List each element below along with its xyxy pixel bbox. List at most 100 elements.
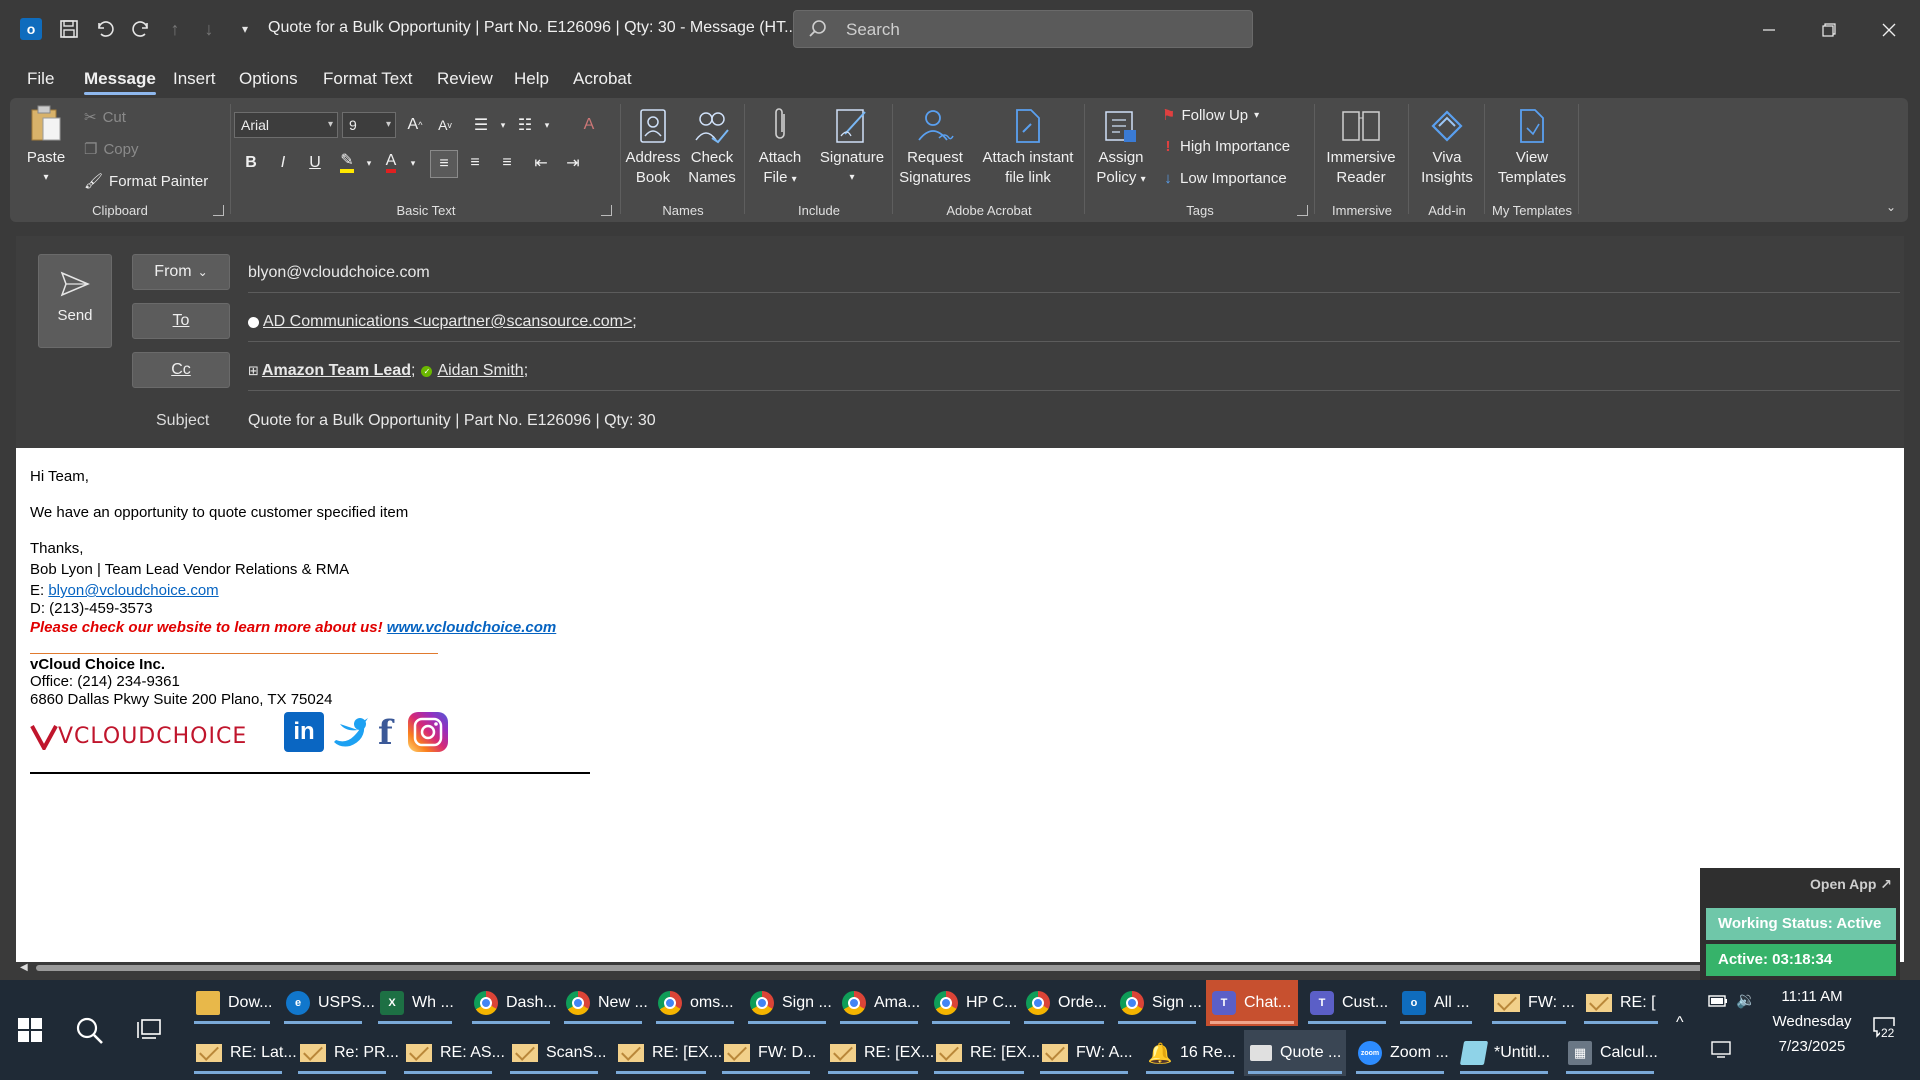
taskbar-item-chrome[interactable]: Ama... [836, 980, 922, 1026]
attach-file-button[interactable]: Attach File ▾ [746, 104, 814, 190]
start-button[interactable] [18, 1018, 42, 1047]
horizontal-scrollbar[interactable]: ◀ [16, 962, 1904, 974]
taskbar-item-excel[interactable]: X Wh ... [374, 980, 456, 1026]
cc-field[interactable]: ⊞ Amazon Team Lead; ✓ Aidan Smith; [248, 352, 1900, 391]
taskbar-item-chrome[interactable]: HP C... [928, 980, 1017, 1026]
taskbar-item-mail[interactable]: FW: D... [718, 1030, 816, 1076]
immersive-reader-button[interactable]: Immersive Reader [1316, 104, 1406, 188]
to-button[interactable]: To [132, 303, 230, 339]
chevron-down-icon[interactable]: ▾ [400, 150, 426, 176]
italic-icon[interactable]: I [270, 150, 296, 176]
paste-dropdown-icon[interactable]: ▾ [24, 168, 68, 188]
tab-review[interactable]: Review [437, 69, 493, 89]
basic-text-launcher-icon[interactable] [601, 205, 612, 216]
redo-icon[interactable] [126, 14, 156, 44]
notifications-button[interactable]: 22 [1864, 1016, 1904, 1046]
signature-email-link[interactable]: blyon@vcloudchoice.com [48, 582, 218, 599]
taskbar-item-teams[interactable]: T Cust... [1304, 980, 1390, 1026]
tab-file[interactable]: File [27, 69, 54, 89]
signature-button[interactable]: Signature ▾ [816, 104, 888, 188]
cut-button[interactable]: ✂ Cut [84, 108, 126, 127]
expand-group-icon[interactable]: ⊞ [248, 363, 259, 379]
linkedin-icon[interactable]: in [284, 712, 324, 752]
clear-formatting-icon[interactable]: A [576, 112, 602, 138]
to-recipient[interactable]: AD Communications <ucpartner@scansource.… [263, 313, 632, 331]
decrease-indent-icon[interactable]: ⇤ [528, 150, 554, 176]
taskbar-item-reminders[interactable]: 🔔 16 Re... [1142, 1030, 1238, 1076]
taskbar-item-chrome[interactable]: oms... [652, 980, 738, 1026]
minimize-button[interactable] [1746, 10, 1792, 50]
scrollbar-thumb[interactable] [36, 965, 1716, 971]
taskbar-item-chrome[interactable]: Sign ... [744, 980, 832, 1026]
taskbar-item-zoom[interactable]: zoom Zoom ... [1352, 1030, 1449, 1076]
to-field[interactable]: AD Communications <ucpartner@scansource.… [248, 303, 1900, 342]
taskbar-item-outlook[interactable]: o All ... [1396, 980, 1476, 1026]
restore-button[interactable] [1806, 10, 1852, 50]
vcloudchoice-logo[interactable]: VCLOUDCHOICE [30, 716, 270, 756]
show-hidden-icons-button[interactable]: ^ [1676, 1014, 1684, 1032]
grow-font-icon[interactable]: A ^ [402, 112, 428, 138]
underline-icon[interactable]: U [302, 150, 328, 176]
taskbar-item-downloads[interactable]: Dow... [190, 980, 274, 1026]
taskbar-item-mail[interactable]: RE: [EX... [824, 1030, 934, 1076]
address-book-button[interactable]: Address Book [622, 104, 684, 188]
task-view-button[interactable] [136, 1018, 162, 1047]
taskbar-item-chrome[interactable]: New ... [560, 980, 648, 1026]
taskbar-item-chrome[interactable]: Sign ... [1114, 980, 1202, 1026]
tags-launcher-icon[interactable] [1297, 205, 1308, 216]
assign-policy-button[interactable]: Assign Policy ▾ [1092, 104, 1150, 190]
taskbar-item-quote-message[interactable]: Quote ... [1244, 1030, 1346, 1076]
taskbar-item-chrome[interactable]: Orde... [1020, 980, 1108, 1026]
font-size-select[interactable]: 9 ▾ [342, 112, 396, 138]
cc-group-recipient[interactable]: Amazon Team Lead [262, 362, 411, 380]
taskbar-item-mail[interactable]: RE: AS... [400, 1030, 505, 1076]
taskbar-item-notepad[interactable]: *Untitl... [1456, 1030, 1552, 1076]
undo-icon[interactable] [90, 14, 120, 44]
clock[interactable]: 11:11 AM Wednesday 7/23/2025 [1764, 988, 1860, 1055]
up-arrow-icon[interactable]: ↑ [160, 14, 190, 44]
clipboard-launcher-icon[interactable] [213, 205, 224, 216]
tab-help[interactable]: Help [514, 69, 549, 89]
align-center-icon[interactable]: ≡ [462, 150, 488, 176]
send-button[interactable]: Send [38, 254, 112, 348]
search-input[interactable] [844, 17, 1238, 43]
check-names-button[interactable]: Check Names [684, 104, 740, 188]
taskbar-item-mail[interactable]: FW: A... [1036, 1030, 1133, 1076]
volume-icon[interactable]: 🔉 [1736, 990, 1756, 1010]
copy-button[interactable]: ❐ Copy [84, 140, 138, 159]
request-signatures-button[interactable]: Request Signatures [894, 104, 976, 188]
cc-person-recipient[interactable]: Aidan Smith [437, 362, 523, 380]
down-arrow-icon[interactable]: ↓ [194, 14, 224, 44]
bold-icon[interactable]: B [238, 150, 264, 176]
attach-instant-file-link-button[interactable]: Attach instant file link [978, 104, 1078, 188]
follow-up-button[interactable]: ⚑ Follow Up ▾ [1162, 106, 1259, 125]
taskbar-item-mail[interactable]: RE: [EX... [930, 1030, 1040, 1076]
taskbar-item-mail[interactable]: RE: Lat... [190, 1030, 297, 1076]
instagram-icon[interactable] [408, 712, 448, 752]
website-link[interactable]: www.vcloudchoice.com [387, 619, 556, 636]
align-left-icon[interactable]: ≡ [430, 150, 458, 178]
taskbar-item-mail[interactable]: RE: [EX... [612, 1030, 722, 1076]
shrink-font-icon[interactable]: Av [432, 112, 458, 138]
taskbar-search-button[interactable] [74, 1016, 104, 1051]
open-app-link[interactable]: Open App ↗ [1810, 876, 1892, 893]
tab-options[interactable]: Options [239, 69, 298, 89]
tab-acrobat[interactable]: Acrobat [573, 69, 632, 89]
battery-icon[interactable] [1708, 994, 1728, 1012]
tab-message[interactable]: Message [84, 69, 156, 95]
taskbar-item-usps[interactable]: e USPS... [280, 980, 375, 1026]
customize-toolbar-icon[interactable]: ▾ [230, 14, 260, 44]
working-status-badge[interactable]: Working Status: Active [1706, 908, 1896, 940]
taskbar-item-mail[interactable]: ScanS... [506, 1030, 606, 1076]
from-field[interactable]: blyon@vcloudchoice.com [248, 254, 1900, 293]
save-icon[interactable] [54, 14, 84, 44]
high-importance-button[interactable]: ! High Importance [1162, 138, 1291, 155]
ribbon-collapse-icon[interactable]: ⌄ [1886, 200, 1896, 214]
increase-indent-icon[interactable]: ⇥ [560, 150, 586, 176]
low-importance-button[interactable]: ↓ Low Importance [1162, 170, 1286, 187]
taskbar-item-teams-chat[interactable]: T Chat... [1206, 980, 1298, 1026]
facebook-icon[interactable]: f [378, 714, 400, 752]
search-box[interactable] [793, 10, 1253, 48]
align-right-icon[interactable]: ≡ [494, 150, 520, 176]
font-name-select[interactable]: Arial ▾ [234, 112, 338, 138]
